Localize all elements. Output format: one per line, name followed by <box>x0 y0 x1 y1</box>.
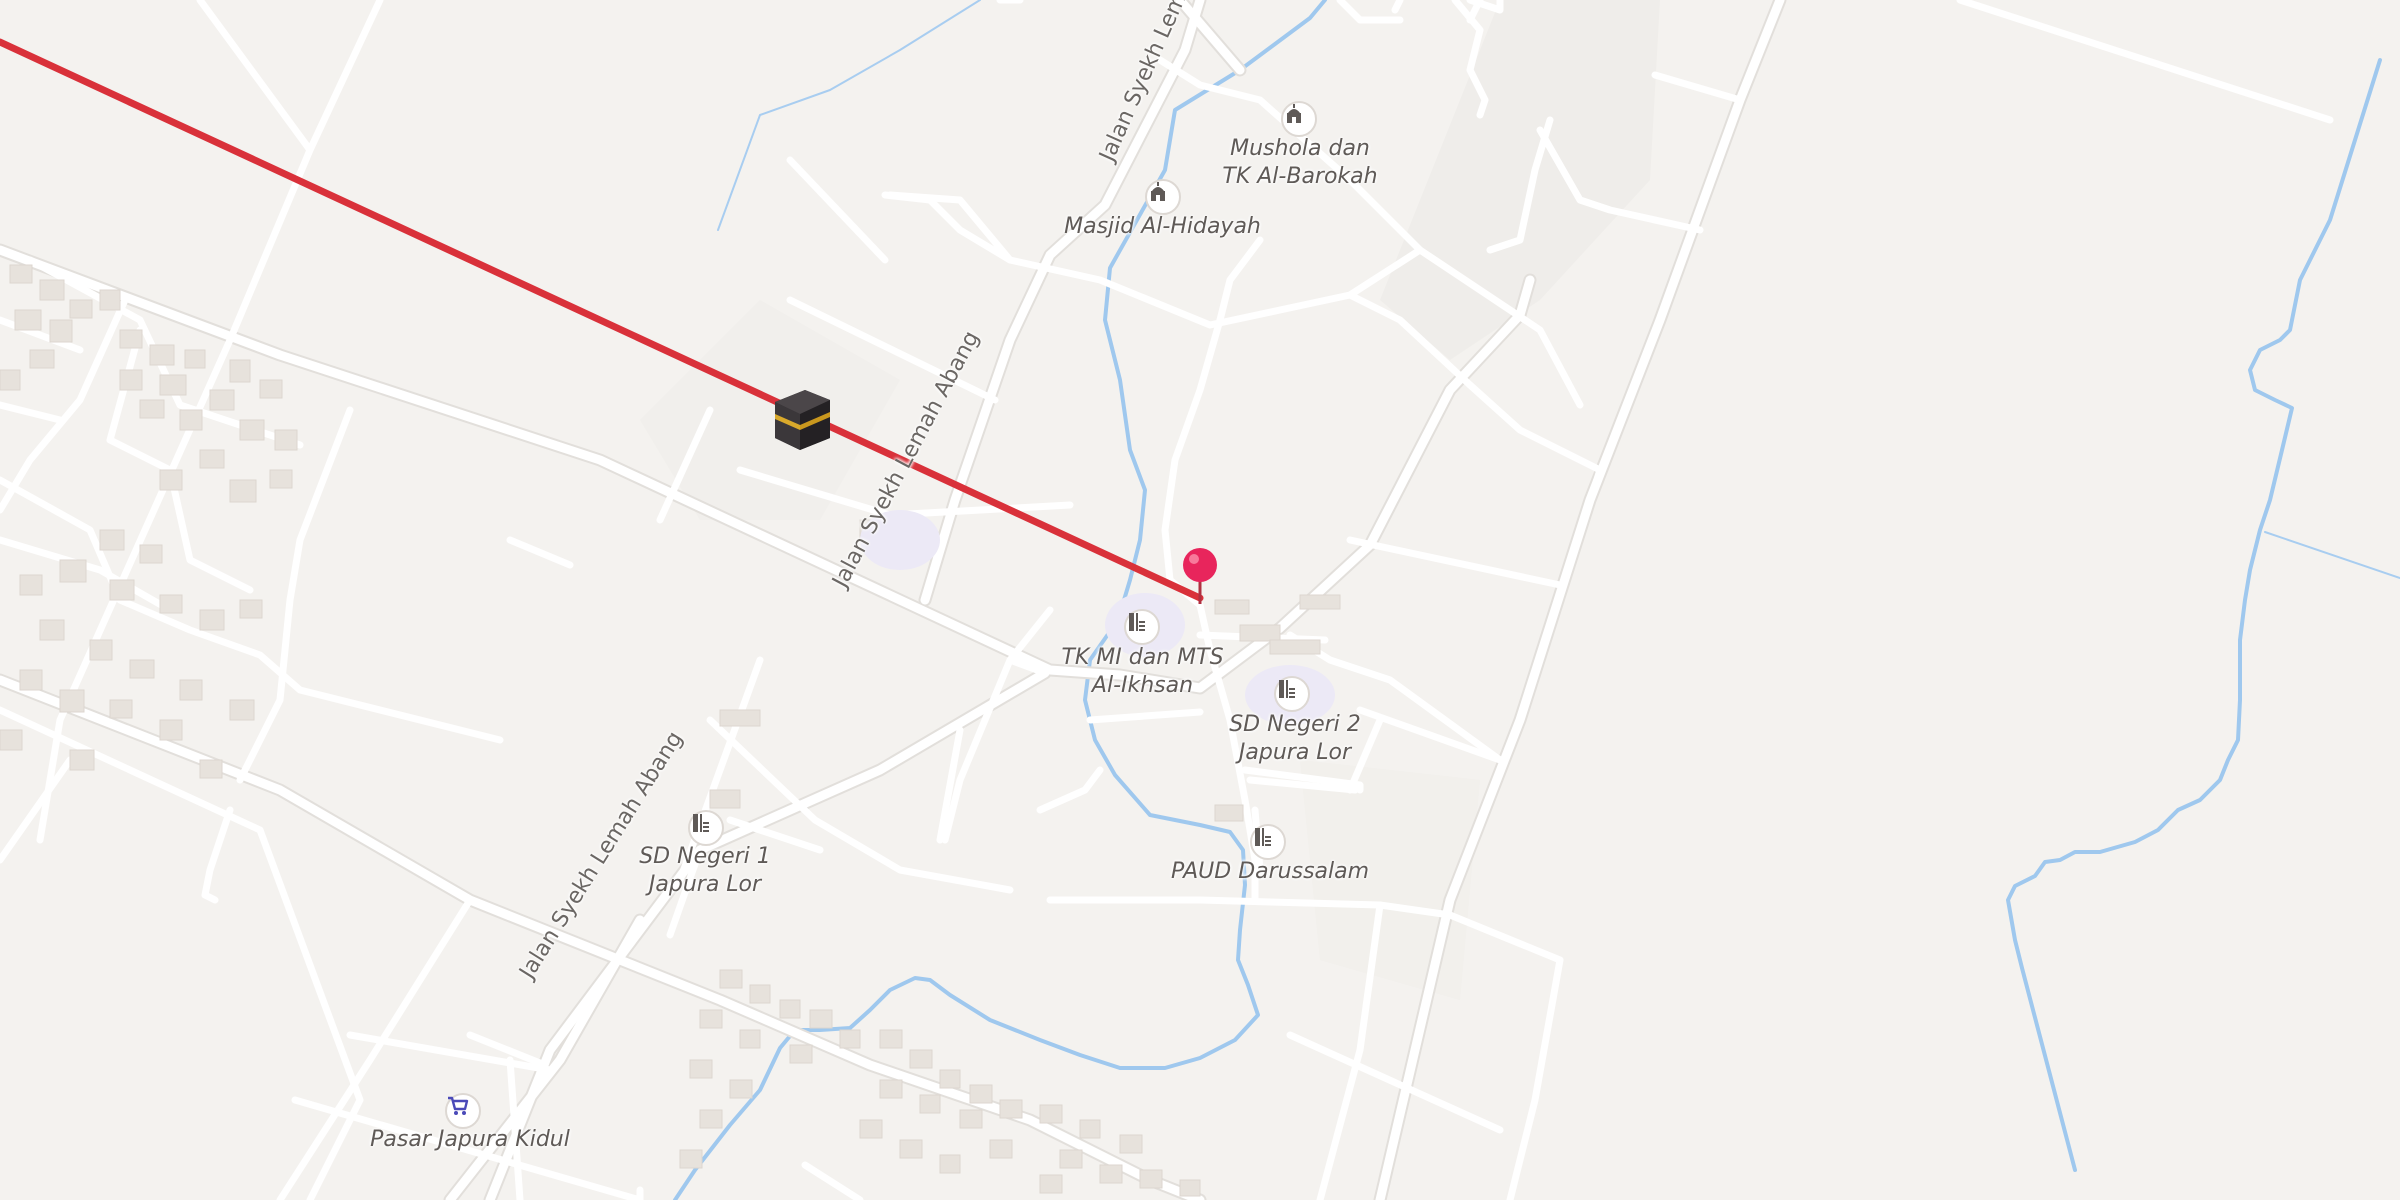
place-label-masjid[interactable]: Masjid Al-Hidayah <box>1040 213 1285 241</box>
place-label-mushola[interactable]: Mushola dan TK Al-Barokah <box>1200 135 1400 191</box>
place-label-sd1[interactable]: SD Negeri 1 Japura Lor <box>615 843 795 899</box>
school-icon[interactable] <box>1274 676 1310 712</box>
place-label-sd2[interactable]: SD Negeri 2 Japura Lor <box>1205 711 1385 767</box>
mosque-icon[interactable] <box>1145 179 1181 215</box>
stream-east <box>2006 58 2382 1172</box>
place-label-pasar[interactable]: Pasar Japura Kidul <box>350 1126 590 1154</box>
mosque-icon[interactable] <box>1281 101 1317 137</box>
place-label-tk-mi[interactable]: TK MI dan MTS Al-Ikhsan <box>1050 644 1235 700</box>
shopping-cart-icon[interactable] <box>445 1093 481 1129</box>
map-canvas[interactable]: Jalan Syekh Lemah Abang Jalan Syekh Lema… <box>0 0 2400 1200</box>
school-icon[interactable] <box>1250 824 1286 860</box>
kaaba-icon[interactable] <box>775 390 830 450</box>
school-icon[interactable] <box>1124 609 1160 645</box>
school-icon[interactable] <box>688 810 724 846</box>
place-label-paud[interactable]: PAUD Darussalam <box>1150 858 1390 886</box>
